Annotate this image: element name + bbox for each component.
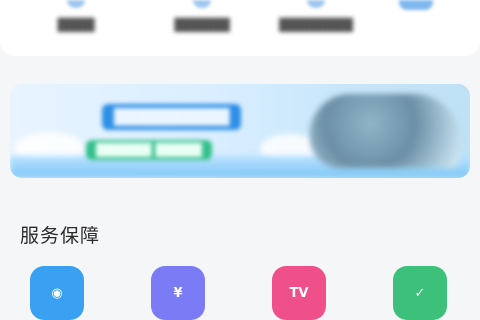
tv-icon: TV xyxy=(289,285,309,301)
top-nav-item-2[interactable]: ██████ xyxy=(170,0,234,50)
service-item-2[interactable]: ¥ xyxy=(151,266,205,320)
promo-banner[interactable]: ██████████ ██████ █████ xyxy=(10,84,470,178)
top-nav-item-3-icon xyxy=(307,0,325,8)
shield-check-icon: ✓ xyxy=(414,285,426,301)
banner-title: ██████████ xyxy=(102,104,242,130)
top-nav-item-3[interactable]: ████████ xyxy=(276,0,356,50)
banner-subtitle: ██████ █████ xyxy=(86,140,212,160)
top-nav-item-4-icon xyxy=(399,0,433,10)
banner-photo xyxy=(310,94,460,168)
eye-icon: ◉ xyxy=(51,285,63,301)
top-nav-card: ████ ██████ ████████ xyxy=(0,0,480,56)
top-nav-item-4[interactable] xyxy=(396,0,436,50)
service-item-4[interactable]: ✓ xyxy=(393,266,447,320)
top-nav-item-1-icon xyxy=(67,0,85,8)
service-item-1[interactable]: ◉ xyxy=(30,266,84,320)
yuan-coin-icon: ¥ xyxy=(173,285,183,301)
top-nav-item-3-label: ████████ xyxy=(279,18,353,32)
service-item-3[interactable]: TV xyxy=(272,266,326,320)
top-nav-item-1[interactable]: ████ xyxy=(52,0,100,50)
top-nav-item-2-label: ██████ xyxy=(174,18,230,32)
top-nav-item-1-label: ████ xyxy=(57,18,95,32)
services-section-title: 服务保障 xyxy=(20,225,101,247)
top-nav-item-2-icon xyxy=(193,0,211,8)
